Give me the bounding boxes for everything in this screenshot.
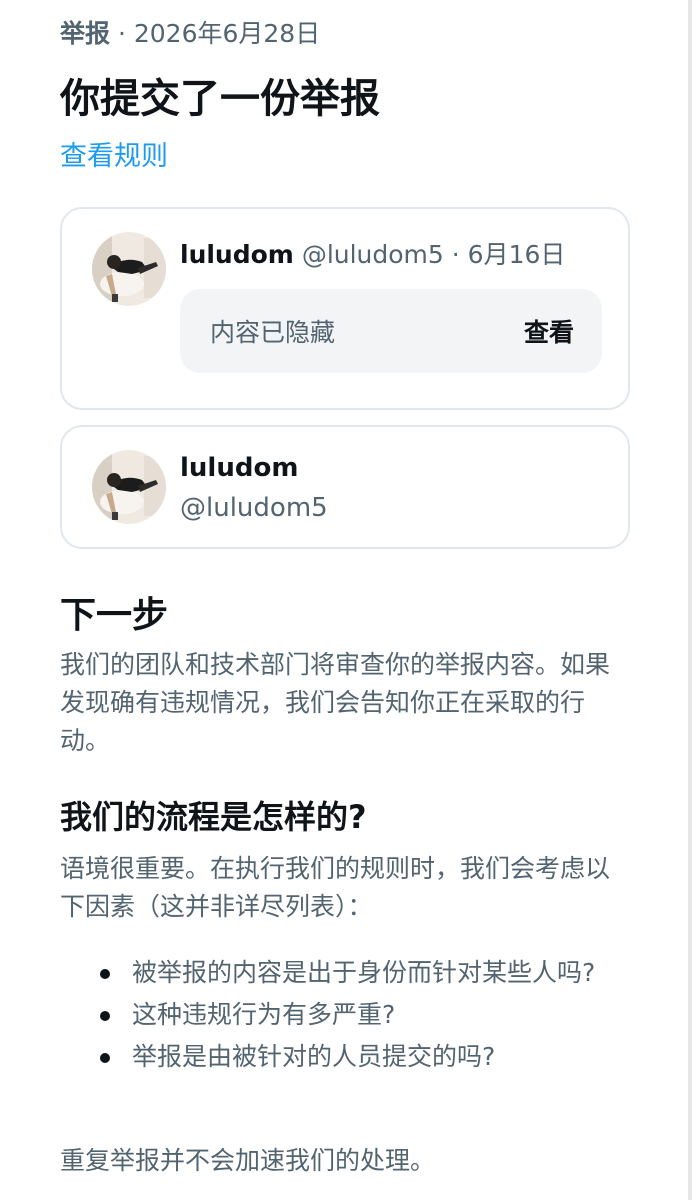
bullet-dot-icon — [100, 1053, 110, 1063]
account-handle: @luludom5 — [180, 493, 328, 523]
view-rules-link[interactable]: 查看规则 — [60, 134, 168, 173]
hidden-content-box: 内容已隐藏 查看 — [180, 289, 602, 373]
avatar[interactable] — [92, 450, 166, 524]
page-edge-divider — [688, 0, 692, 1200]
next-steps-body: 我们的团队和技术部门将审查你的举报内容。如果发现确有违规情况，我们会告知你正在采… — [60, 650, 611, 755]
factor-list: 被举报的内容是出于身份而针对某些人吗? 这种违规行为有多严重? 举报是由被针对的… — [60, 952, 634, 1078]
meta-separator: · — [110, 19, 134, 48]
list-item-text: 这种违规行为有多严重? — [132, 1000, 396, 1029]
page-title: 你提交了一份举报 — [60, 76, 380, 122]
reported-account-card[interactable]: luludom @luludom5 — [60, 425, 630, 549]
list-item-text: 被举报的内容是出于身份而针对某些人吗? — [132, 958, 596, 987]
process-intro: 语境很重要。在执行我们的规则时，我们会考虑以下因素（这并非详尽列表）： — [60, 854, 611, 921]
report-meta: 举报 · 2026年6月28日 — [60, 14, 320, 50]
list-item: 这种违规行为有多严重? — [60, 994, 634, 1036]
account-display-name[interactable]: luludom — [180, 453, 298, 483]
report-date: 2026年6月28日 — [133, 19, 321, 48]
list-item: 被举报的内容是出于身份而针对某些人吗? — [60, 952, 634, 994]
list-item: 举报是由被针对的人员提交的吗? — [60, 1036, 634, 1078]
post-author-name[interactable]: luludom — [180, 240, 294, 269]
list-item-text: 举报是由被针对的人员提交的吗? — [132, 1042, 496, 1071]
process-footer-note: 重复举报并不会加速我们的处理。 — [60, 1146, 436, 1175]
post-header: luludom @luludom5 · 6月16日 — [180, 235, 565, 271]
reported-post-card[interactable]: luludom @luludom5 · 6月16日 内容已隐藏 查看 — [60, 207, 630, 410]
view-hidden-content-button[interactable]: 查看 — [524, 313, 574, 349]
bullet-dot-icon — [100, 1011, 110, 1021]
post-author-handle: @luludom5 — [301, 240, 444, 269]
bullet-dot-icon — [100, 969, 110, 979]
post-date: 6月16日 — [467, 240, 566, 269]
hidden-content-label: 内容已隐藏 — [210, 318, 336, 347]
process-heading: 我们的流程是怎样的? — [60, 798, 367, 836]
report-category: 举报 — [60, 19, 111, 48]
next-steps-heading: 下一步 — [60, 595, 169, 636]
post-separator: · — [443, 240, 468, 269]
avatar[interactable] — [92, 232, 166, 306]
